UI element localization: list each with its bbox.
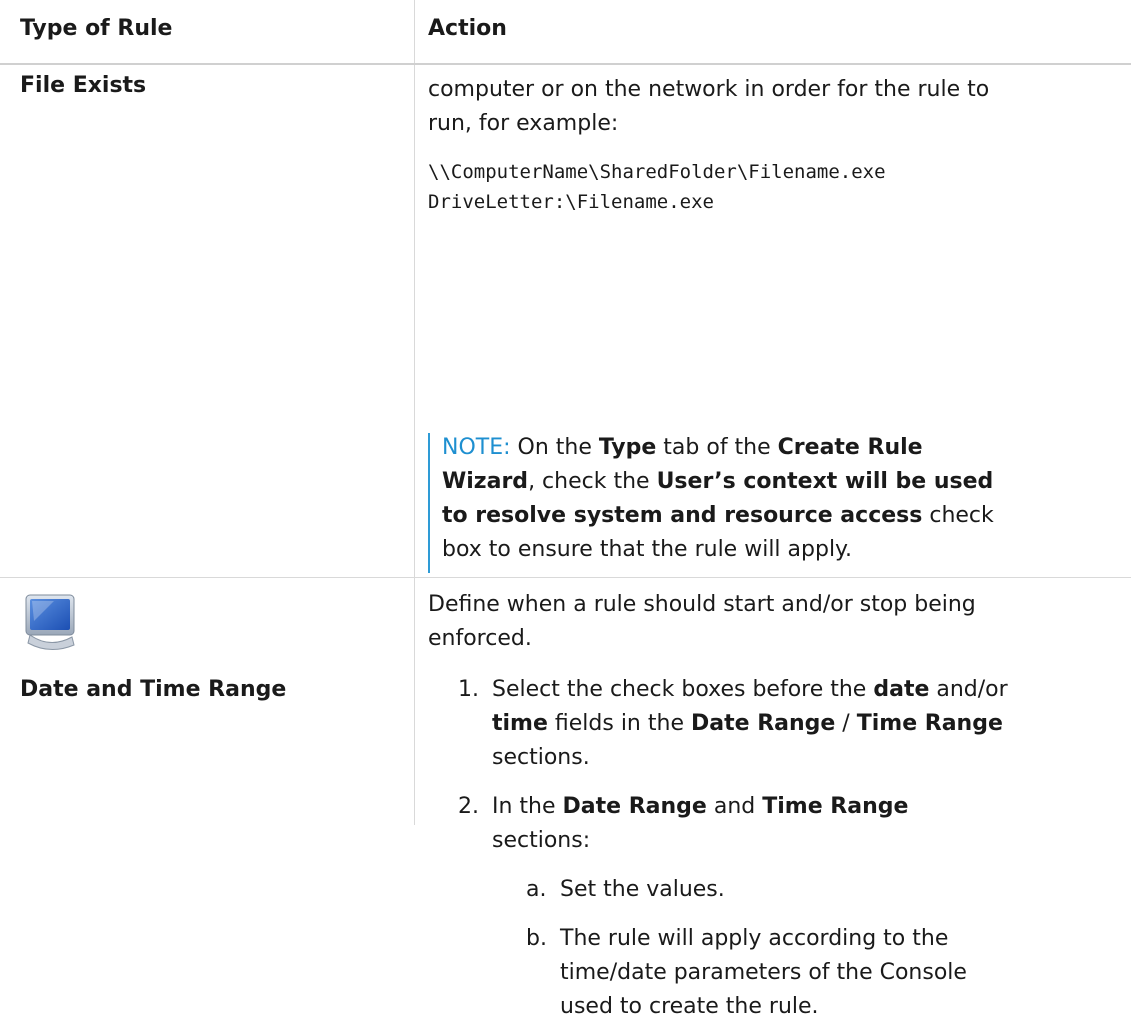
substep-letter: a. [526, 877, 547, 902]
row-divider [0, 577, 1131, 578]
note-line: NOTE: On the Type tab of the Create Rule [442, 435, 923, 460]
column-divider [414, 0, 415, 825]
path-example: DriveLetter:\Filename.exe [428, 191, 714, 213]
substep-line: time/date parameters of the Console [560, 960, 967, 985]
step-line: time fields in the Date Range / Time Ran… [492, 711, 1003, 736]
action-text-line: computer or on the network in order for … [428, 77, 990, 102]
note-bar [428, 433, 430, 573]
step-line: sections: [492, 828, 591, 853]
note-line: Wizard, check the User’s context will be… [442, 469, 994, 494]
step-line: sections. [492, 745, 590, 770]
rule-type-file-exists: File Exists [20, 73, 147, 98]
substep-line: The rule will apply according to the [560, 926, 949, 951]
header-action: Action [428, 16, 507, 41]
header-type-of-rule: Type of Rule [20, 16, 173, 41]
rule-type-date-time-range: Date and Time Range [20, 677, 287, 702]
header-divider [0, 63, 1131, 65]
substep-letter: b. [526, 926, 547, 951]
action-text-line: run, for example: [428, 111, 619, 136]
path-example: \\ComputerName\SharedFolder\Filename.exe [428, 161, 886, 183]
step-line: In the Date Range and Time Range [492, 794, 909, 819]
action-text-line: enforced. [428, 626, 532, 651]
action-text-line: Define when a rule should start and/or s… [428, 592, 976, 617]
note-line: box to ensure that the rule will apply. [442, 537, 852, 562]
substep-line: Set the values. [560, 877, 725, 902]
step-number: 2. [458, 794, 479, 819]
step-number: 1. [458, 677, 479, 702]
note-line: to resolve system and resource access ch… [442, 503, 994, 528]
substep-line: used to create the rule. [560, 994, 819, 1019]
note-label: NOTE: [442, 435, 511, 460]
monitor-icon [25, 594, 75, 650]
step-line: Select the check boxes before the date a… [492, 677, 1008, 702]
